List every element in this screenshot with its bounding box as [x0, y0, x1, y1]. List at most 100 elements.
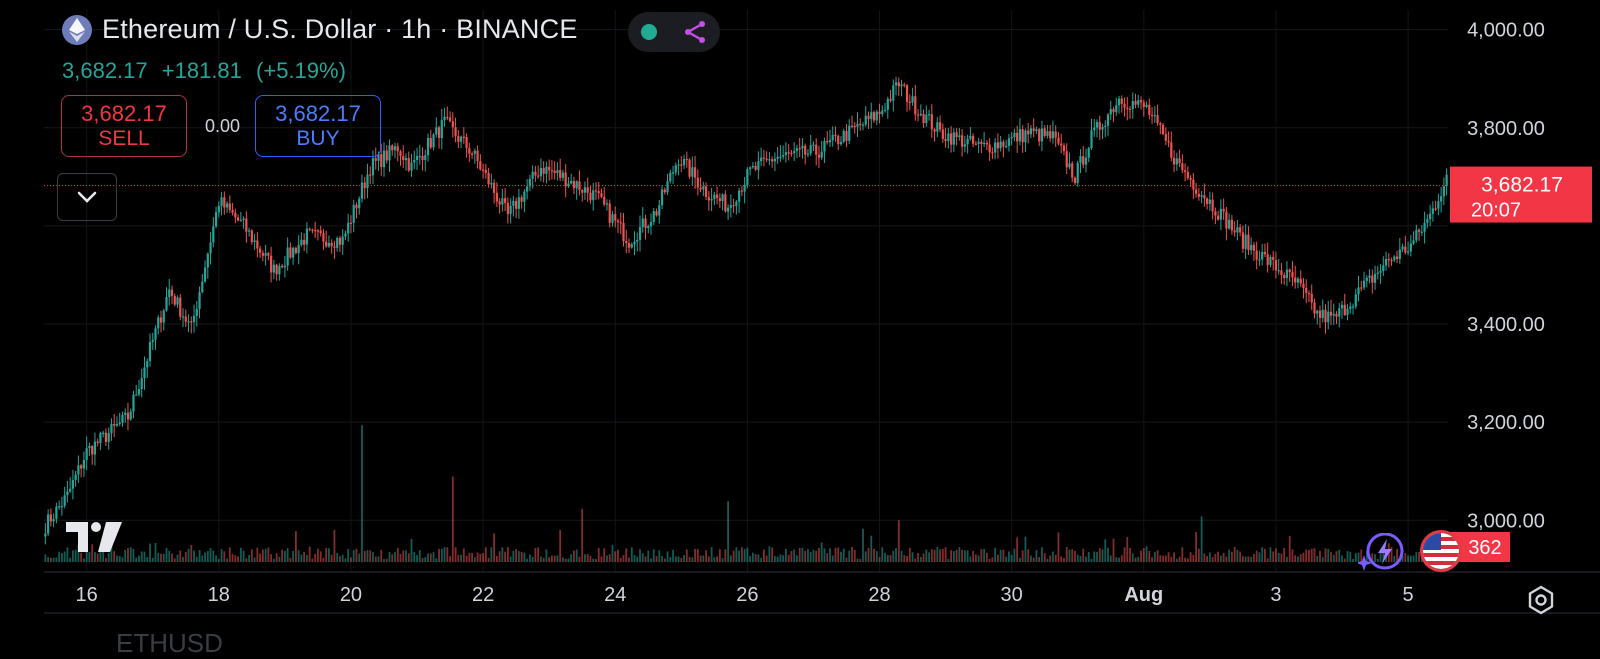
candle-body — [649, 222, 653, 227]
volume-bar — [636, 556, 639, 562]
candle-body — [173, 295, 176, 305]
candle-body — [545, 166, 548, 174]
volume-badge-value: 362 — [1468, 537, 1501, 559]
volume-bar — [1415, 552, 1418, 562]
volume-bar — [1299, 554, 1302, 562]
volume-bar — [1016, 537, 1019, 562]
volume-bar — [289, 558, 292, 562]
volume-bar — [88, 552, 91, 562]
candle-body — [1128, 108, 1132, 111]
volume-bar — [875, 551, 878, 562]
candle-body — [330, 242, 333, 247]
volume-bar — [900, 550, 903, 562]
candle-body — [126, 412, 130, 420]
candle-body — [264, 253, 267, 256]
ai-spark-icon[interactable] — [1358, 533, 1404, 573]
candle-body — [1274, 259, 1278, 271]
volume-bar — [146, 557, 149, 562]
volume-bar — [421, 557, 424, 562]
volume-bar — [1206, 556, 1209, 562]
volume-bar — [564, 558, 567, 562]
candle-body — [1442, 186, 1445, 197]
volume-bar — [184, 551, 187, 562]
volume-bar — [941, 548, 944, 562]
candle-body — [972, 135, 975, 144]
symbol-header[interactable]: Ethereum / U.S. Dollar · 1h · BINANCE — [62, 14, 578, 45]
volume-bar — [589, 555, 592, 562]
candle-body — [542, 167, 545, 174]
volume-bar — [223, 551, 226, 562]
volume-bar — [217, 558, 220, 562]
candle-body — [660, 189, 664, 206]
candle-body — [1431, 208, 1434, 214]
candle-body — [812, 144, 815, 146]
candle-body — [118, 422, 121, 425]
volume-bar — [713, 557, 716, 562]
volume-bar — [278, 556, 281, 562]
candle-body — [941, 129, 944, 140]
candle-body — [550, 170, 554, 172]
us-flag-icon[interactable] — [1420, 530, 1462, 572]
candle-body — [1148, 104, 1151, 115]
volume-bar — [113, 551, 116, 562]
candle-body — [506, 202, 509, 214]
share-icon[interactable] — [683, 20, 707, 44]
candle-body — [1203, 195, 1206, 199]
candle-body — [561, 172, 565, 178]
candle-body — [828, 140, 832, 143]
volume-bar — [765, 555, 768, 562]
volume-bar — [1197, 548, 1200, 562]
candle-body — [124, 412, 127, 415]
buy-button[interactable]: 3,682.17 BUY — [255, 95, 381, 157]
candle-body — [275, 264, 278, 275]
volume-bar — [908, 547, 911, 562]
volume-bar — [977, 555, 980, 562]
volume-bar — [416, 555, 418, 562]
candle-body — [1181, 163, 1184, 171]
volume-bar — [947, 558, 950, 562]
candle-body — [129, 411, 132, 420]
volume-bar — [658, 550, 661, 562]
sell-button[interactable]: 3,682.17 SELL — [61, 95, 187, 157]
volume-bar — [1030, 555, 1032, 562]
candle-body — [74, 474, 77, 481]
volume-bar — [121, 557, 124, 562]
candle-body — [325, 241, 328, 247]
volume-bar — [317, 548, 319, 562]
candle-body — [165, 297, 168, 311]
candle-body — [674, 165, 677, 173]
collapse-button[interactable] — [57, 173, 117, 221]
volume-bar — [985, 552, 988, 562]
volume-bar — [333, 529, 336, 562]
status-pill[interactable] — [628, 12, 720, 52]
candle-body — [1175, 158, 1178, 165]
candle-body — [338, 237, 342, 245]
volume-bar — [757, 554, 760, 562]
candle-body — [495, 192, 498, 202]
candle-body — [1178, 158, 1181, 164]
candle-body — [853, 125, 856, 128]
volume-bar — [206, 550, 209, 562]
volume-bar — [581, 508, 584, 562]
volume-bar — [1409, 555, 1412, 562]
x-axis-label: 20 — [340, 584, 362, 606]
volume-bar — [270, 554, 273, 562]
candle-body — [1038, 129, 1041, 142]
volume-bar — [936, 546, 939, 562]
candle-body — [462, 136, 465, 138]
volume-bar — [462, 548, 465, 562]
volume-bar — [58, 551, 61, 562]
volume-bar — [881, 547, 884, 562]
volume-bar — [47, 557, 50, 562]
candle-body — [1313, 302, 1316, 314]
volume-bar — [950, 550, 952, 562]
volume-bar — [685, 549, 688, 562]
candle-body — [872, 112, 876, 121]
volume-bar — [482, 553, 484, 562]
volume-bar — [1054, 554, 1057, 562]
candle-body — [1211, 199, 1214, 212]
settings-icon[interactable] — [1526, 585, 1556, 615]
tradingview-logo[interactable] — [66, 522, 124, 552]
volume-bar — [617, 549, 619, 562]
volume-bar — [1115, 557, 1118, 562]
